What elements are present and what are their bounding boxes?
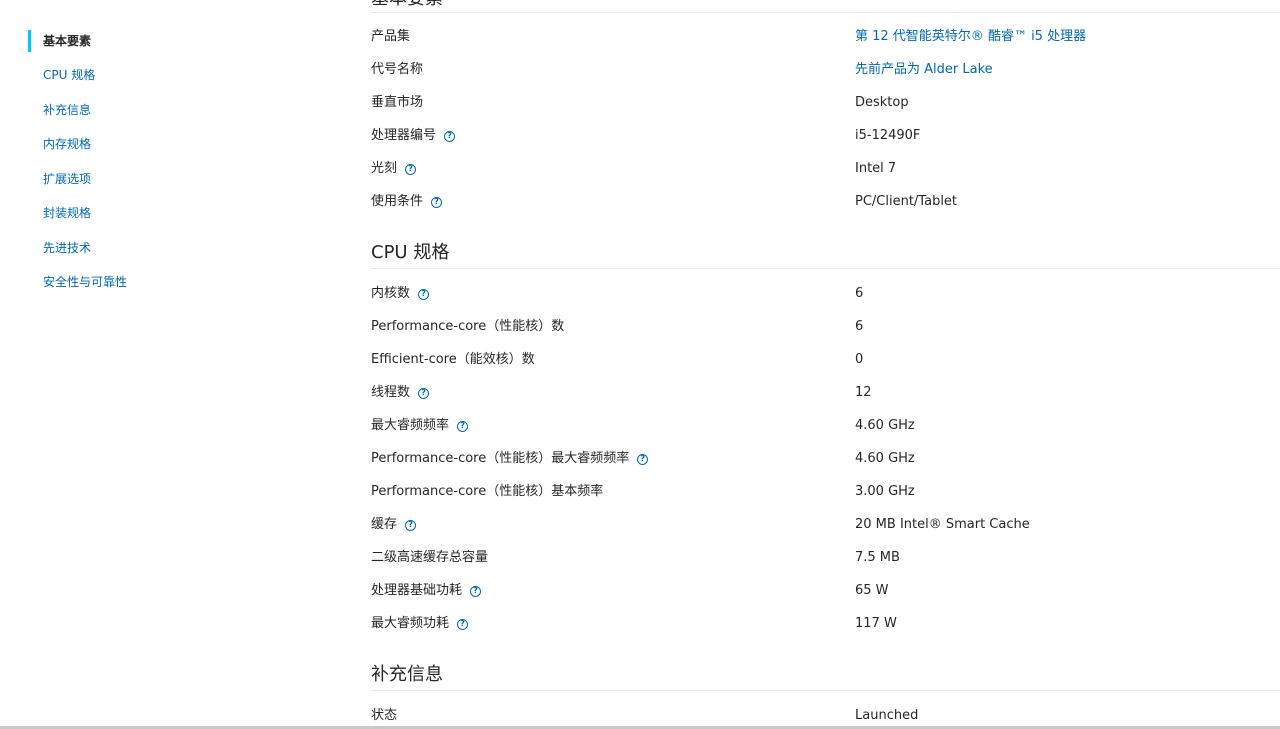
spec-value: Launched: [855, 708, 919, 723]
spec-value: Intel 7: [855, 161, 897, 176]
spec-row: Performance-core（性能核）数 6: [371, 316, 1280, 338]
spec-label: 使用条件?: [371, 194, 443, 210]
section-title-cpu-specs: CPU 规格: [371, 242, 450, 263]
spec-value-link[interactable]: 先前产品为 Alder Lake: [855, 62, 993, 78]
spec-value: 7.5 MB: [855, 550, 900, 565]
spec-row: 产品集 第 12 代智能英特尔® 酷睿™ i5 处理器: [371, 26, 1280, 48]
spec-value: 12: [855, 385, 872, 400]
spec-value: 4.60 GHz: [855, 418, 915, 433]
spec-row: Performance-core（性能核）最大睿频频率? 4.60 GHz: [371, 448, 1280, 470]
spec-row: Efficient-core（能效核）数 0: [371, 349, 1280, 371]
spec-label: 二级高速缓存总容量: [371, 550, 489, 565]
spec-label: Efficient-core（能效核）数: [371, 352, 535, 367]
help-circle-icon[interactable]: ?: [418, 387, 430, 399]
help-circle-icon[interactable]: ?: [405, 519, 417, 531]
spec-row: 二级高速缓存总容量 7.5 MB: [371, 547, 1280, 569]
section-divider: [371, 690, 1280, 691]
spec-row: 代号名称 先前产品为 Alder Lake: [371, 59, 1280, 81]
spec-row: 最大睿频频率? 4.60 GHz: [371, 415, 1280, 437]
spec-row: 光刻? Intel 7: [371, 158, 1280, 180]
help-circle-icon[interactable]: ?: [457, 618, 469, 630]
help-circle-icon[interactable]: ?: [637, 453, 649, 465]
spec-row: 使用条件? PC/Client/Tablet: [371, 191, 1280, 213]
help-circle-icon[interactable]: ?: [431, 196, 443, 208]
spec-value: PC/Client/Tablet: [855, 194, 958, 209]
spec-row: 线程数? 12: [371, 382, 1280, 404]
section-divider: [371, 268, 1280, 269]
spec-row: 处理器基础功耗? 65 W: [371, 580, 1280, 602]
spec-label: 处理器基础功耗?: [371, 583, 482, 599]
help-circle-icon[interactable]: ?: [444, 130, 456, 142]
spec-sidebar-nav: 基本要素 CPU 规格 补充信息 内存规格 扩展选项 封装规格 先进技术 安全性…: [0, 0, 330, 729]
spec-row: 最大睿频功耗? 117 W: [371, 613, 1280, 635]
spec-value: 3.00 GHz: [855, 484, 915, 499]
spec-value: 6: [855, 319, 864, 334]
spec-value: 6: [855, 286, 864, 301]
section-title-essentials: 基本要素: [371, 0, 443, 10]
spec-content: 基本要素 产品集 第 12 代智能英特尔® 酷睿™ i5 处理器 代号名称 先前…: [371, 0, 1280, 729]
spec-value: i5-12490F: [855, 128, 921, 143]
spec-row: Performance-core（性能核）基本频率 3.00 GHz: [371, 481, 1280, 503]
spec-value: 117 W: [855, 616, 897, 631]
spec-label: 处理器编号?: [371, 128, 456, 144]
spec-label: 最大睿频频率?: [371, 418, 469, 434]
sidebar-item-supplemental[interactable]: 补充信息: [43, 102, 91, 118]
product-spec-page: 基本要素 CPU 规格 补充信息 内存规格 扩展选项 封装规格 先进技术 安全性…: [0, 0, 1280, 729]
sidebar-item-advanced-tech[interactable]: 先进技术: [43, 240, 91, 256]
spec-row: 处理器编号? i5-12490F: [371, 125, 1280, 147]
spec-label: Performance-core（性能核）数: [371, 319, 565, 334]
spec-label: 缓存?: [371, 517, 417, 533]
help-circle-icon[interactable]: ?: [405, 163, 417, 175]
section-title-supplemental: 补充信息: [371, 664, 443, 685]
spec-label: 状态: [371, 708, 398, 723]
spec-label: 代号名称: [371, 62, 424, 77]
sidebar-item-package[interactable]: 封装规格: [43, 205, 91, 221]
spec-value: Desktop: [855, 95, 909, 110]
sidebar-item-cpu-specs[interactable]: CPU 规格: [43, 67, 95, 83]
spec-row: 内核数? 6: [371, 283, 1280, 305]
spec-label: 内核数?: [371, 286, 430, 302]
sidebar-item-memory[interactable]: 内存规格: [43, 136, 91, 152]
help-circle-icon[interactable]: ?: [457, 420, 469, 432]
spec-value: 65 W: [855, 583, 889, 598]
sidebar-item-essentials[interactable]: 基本要素: [43, 33, 91, 49]
spec-row: 状态 Launched: [371, 705, 1280, 727]
spec-value: 0: [855, 352, 864, 367]
spec-value: 20 MB Intel® Smart Cache: [855, 517, 1030, 532]
spec-label: Performance-core（性能核）基本频率: [371, 484, 604, 499]
sidebar-item-security[interactable]: 安全性与可靠性: [43, 274, 127, 290]
spec-value: 4.60 GHz: [855, 451, 915, 466]
spec-label: 光刻?: [371, 161, 417, 177]
spec-value-link[interactable]: 第 12 代智能英特尔® 酷睿™ i5 处理器: [855, 29, 1086, 45]
active-indicator: [28, 30, 31, 52]
help-circle-icon[interactable]: ?: [470, 585, 482, 597]
section-divider: [371, 12, 1280, 13]
spec-label: Performance-core（性能核）最大睿频频率?: [371, 451, 649, 467]
spec-label: 线程数?: [371, 385, 430, 401]
spec-label: 垂直市场: [371, 95, 424, 110]
help-circle-icon[interactable]: ?: [418, 288, 430, 300]
spec-row: 缓存? 20 MB Intel® Smart Cache: [371, 514, 1280, 536]
spec-row: 垂直市场 Desktop: [371, 92, 1280, 114]
spec-label: 产品集: [371, 29, 411, 44]
sidebar-item-expansion[interactable]: 扩展选项: [43, 171, 91, 187]
spec-label: 最大睿频功耗?: [371, 616, 469, 632]
